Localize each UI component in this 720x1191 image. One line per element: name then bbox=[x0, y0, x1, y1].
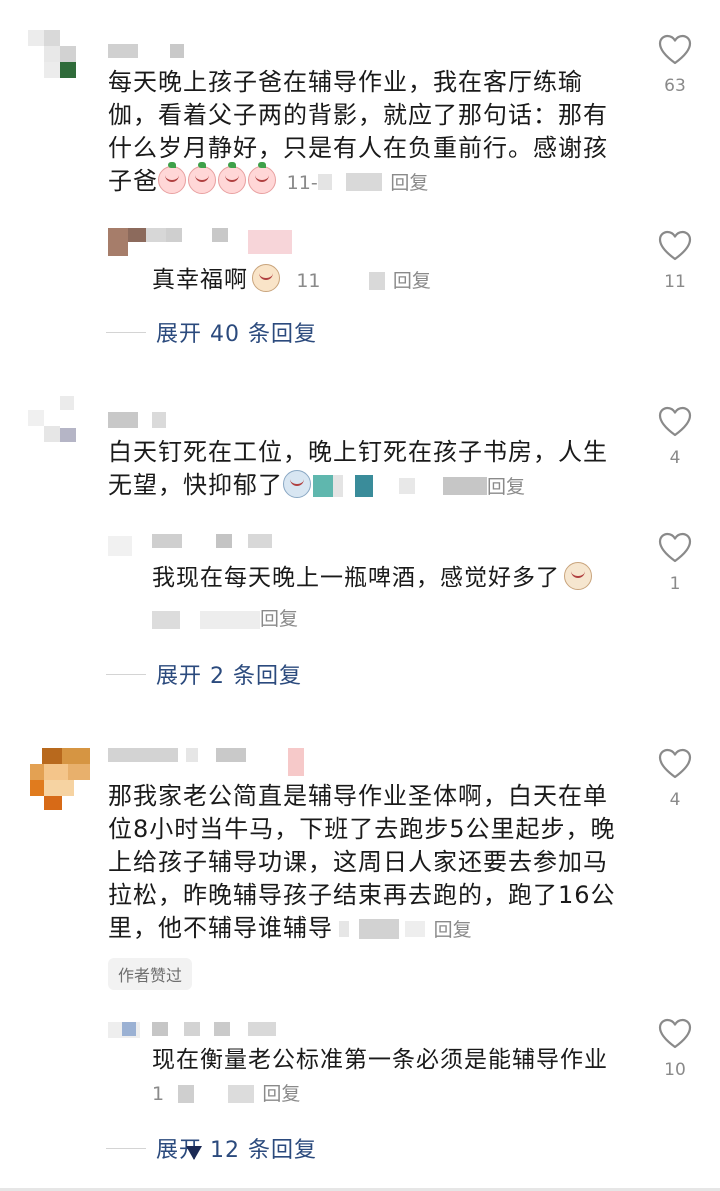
avatar[interactable] bbox=[28, 30, 76, 78]
reply-username-obscured[interactable] bbox=[152, 534, 282, 552]
face-emoji-icon bbox=[252, 264, 280, 292]
reply-button[interactable]: 回复 bbox=[487, 476, 525, 498]
reply-date: 11 bbox=[296, 270, 321, 292]
avatar[interactable] bbox=[30, 748, 90, 810]
comment-date: 11- bbox=[286, 172, 318, 194]
like-button[interactable]: 11 bbox=[655, 230, 695, 292]
comment-text: 白天钉死在工位，晚上钉死在孩子书房，人生无望，快抑郁了 回复 bbox=[108, 438, 608, 499]
like-button[interactable]: 4 bbox=[655, 406, 695, 468]
expand-replies-button[interactable]: 展开 2 条回复 bbox=[106, 658, 302, 690]
reply-button[interactable]: 回复 bbox=[260, 608, 298, 630]
like-button[interactable]: 10 bbox=[655, 1018, 695, 1080]
comment-text: 那我家老公简直是辅导作业圣体啊，白天在单位8小时当牛马，下班了去跑步5公里起步，… bbox=[108, 782, 616, 942]
reply-meta: 回复 bbox=[152, 604, 298, 631]
like-count: 10 bbox=[664, 1060, 686, 1080]
reply-date: 1 bbox=[152, 1083, 165, 1105]
reply-button[interactable]: 回复 bbox=[393, 270, 431, 292]
reply-text: 我现在每天晚上一瓶啤酒，感觉好多了 bbox=[152, 562, 632, 595]
author-liked-badge: 作者赞过 bbox=[108, 958, 193, 990]
reply-avatar-obscured[interactable] bbox=[108, 536, 132, 556]
cursor-mark bbox=[186, 1146, 202, 1160]
blush-emoji-icon bbox=[158, 162, 278, 195]
username-obscured[interactable] bbox=[108, 412, 168, 430]
heart-outline-icon bbox=[658, 230, 692, 261]
reply-button[interactable]: 回复 bbox=[390, 172, 428, 194]
username-obscured[interactable] bbox=[108, 748, 308, 778]
reply-text: 现在衡量老公标准第一条必须是能辅导作业 1 回复 bbox=[152, 1047, 608, 1105]
heart-outline-icon bbox=[658, 532, 692, 563]
heart-outline-icon bbox=[658, 748, 692, 779]
crying-face-emoji-icon bbox=[564, 562, 592, 590]
avatar[interactable] bbox=[28, 396, 76, 444]
reply-text: 真幸福啊 11 回复 bbox=[152, 264, 612, 298]
heart-outline-icon bbox=[658, 406, 692, 437]
like-count: 11 bbox=[664, 272, 686, 292]
expand-replies-button[interactable]: 展开 40 条回复 bbox=[106, 316, 317, 348]
like-count: 63 bbox=[664, 76, 686, 96]
comment-text: 每天晚上孩子爸在辅导作业，我在客厅练瑜伽，看着父子两的背影，就应了那句话：那有什… bbox=[108, 68, 608, 195]
username-obscured[interactable] bbox=[108, 44, 188, 62]
reply-button[interactable]: 回复 bbox=[262, 1083, 300, 1105]
like-button[interactable]: 4 bbox=[655, 748, 695, 810]
expand-replies-button[interactable]: 展开 12 条回复 bbox=[106, 1132, 317, 1164]
heart-outline-icon bbox=[658, 1018, 692, 1049]
reply-username-obscured[interactable] bbox=[108, 228, 298, 258]
reply-username-obscured[interactable] bbox=[122, 1022, 282, 1040]
reply-button[interactable]: 回复 bbox=[434, 919, 472, 941]
face-emoji-icon bbox=[283, 470, 311, 498]
like-button[interactable]: 1 bbox=[655, 532, 695, 594]
like-button[interactable]: 63 bbox=[655, 34, 695, 96]
like-count: 4 bbox=[669, 448, 681, 468]
like-count: 1 bbox=[669, 574, 681, 594]
like-count: 4 bbox=[669, 790, 681, 810]
heart-outline-icon bbox=[658, 34, 692, 65]
